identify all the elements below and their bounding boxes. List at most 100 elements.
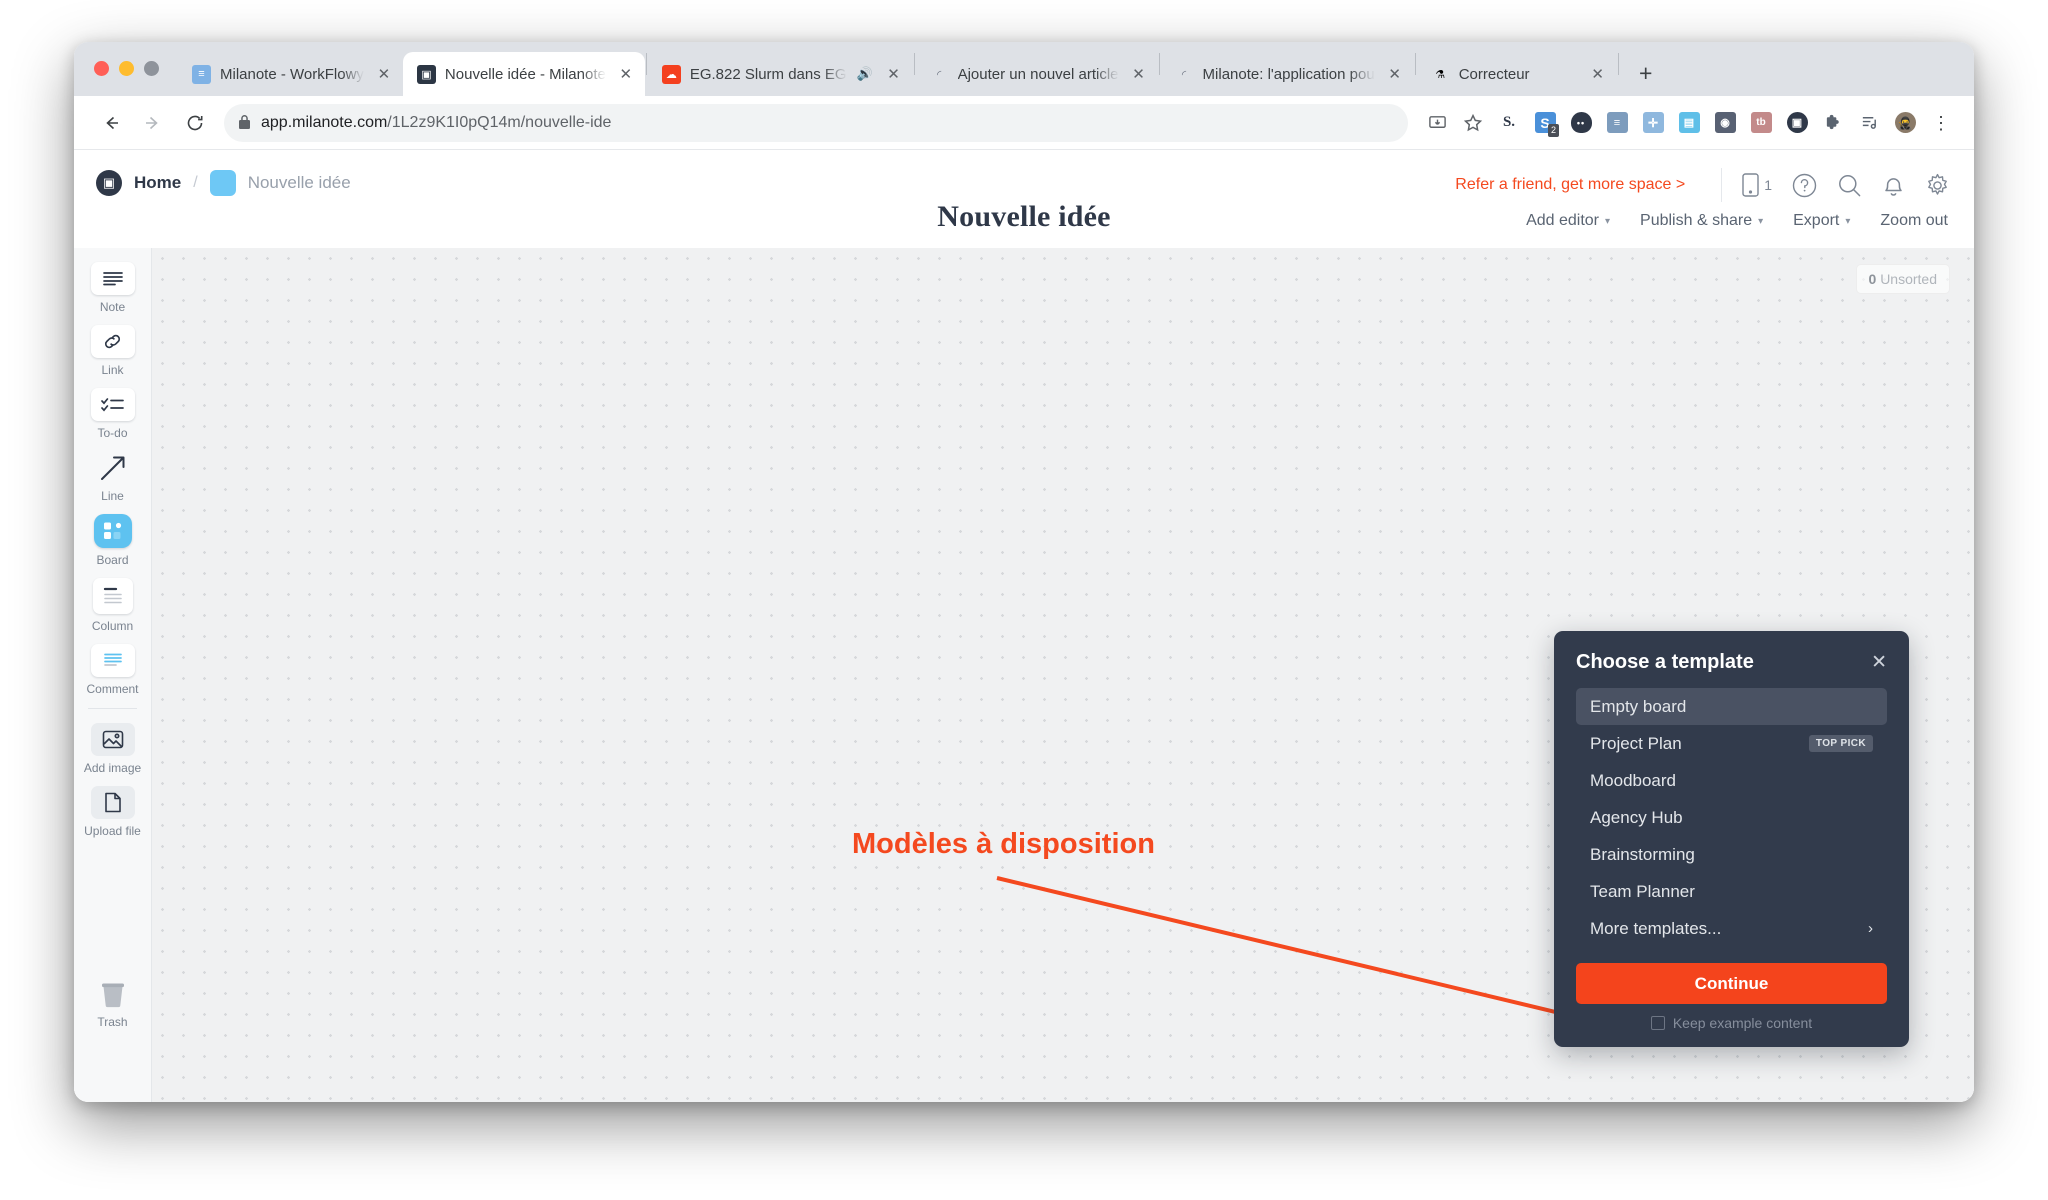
tab-divider (1414, 53, 1416, 75)
settings-icon[interactable] (1925, 173, 1950, 198)
board-icon (93, 514, 132, 548)
template-label: Moodboard (1590, 770, 1677, 790)
browser-tab-milanote-app[interactable]: ◜ Milanote: l'application pou ✕ (1161, 52, 1414, 96)
sidebar-tool-add-image[interactable]: Add image (74, 723, 151, 775)
file-icon (90, 786, 135, 819)
mute-tab-icon[interactable]: 🔊 (856, 66, 874, 82)
checkbox-icon[interactable] (1650, 1016, 1665, 1030)
sidebar-tool-column[interactable]: Column (74, 578, 151, 633)
annotation-text: Modèles à disposition (852, 828, 1155, 860)
bitly-extension-icon[interactable]: tb (1744, 106, 1778, 140)
pocket-extension-icon[interactable]: S2 (1528, 106, 1562, 140)
export-label: Export (1793, 212, 1840, 229)
lock-icon (238, 115, 251, 130)
sidebar-tool-comment[interactable]: Comment (74, 644, 151, 696)
sidebar-divider (88, 708, 137, 709)
omnibox-row: app.milanote.com/1L2z9K1I0pQ14m/nouvelle… (74, 96, 1974, 150)
template-option-more-templates[interactable]: More templates... › (1576, 910, 1887, 947)
forward-button[interactable] (134, 104, 172, 142)
browser-tab-workflowy[interactable]: ≡ Milanote - WorkFlowy ✕ (178, 52, 403, 96)
template-option-empty-board[interactable]: Empty board (1576, 688, 1887, 725)
install-app-icon[interactable] (1420, 106, 1454, 140)
browser-tab-ajouter-article[interactable]: ◜ Ajouter un nouvel article ✕ (916, 52, 1158, 96)
template-option-brainstorming[interactable]: Brainstorming (1576, 836, 1887, 873)
sidebar-tool-trash[interactable]: Trash (74, 977, 151, 1029)
close-tab-button[interactable]: ✕ (1587, 63, 1609, 85)
header-actions: Refer a friend, get more space > 1 (1455, 168, 1950, 202)
puzzle-extensions-icon[interactable] (1816, 106, 1850, 140)
trash-icon (91, 977, 135, 1010)
new-tab-button[interactable]: + (1628, 55, 1664, 91)
chrome-menu-icon[interactable]: ⋮ (1924, 106, 1958, 140)
export-button[interactable]: Export ▾ (1793, 212, 1850, 230)
browser-tab-soundcloud[interactable]: ☁ EG.822 Slurm dans EG 🔊 ✕ (648, 52, 913, 96)
zoom-out-button[interactable]: Zoom out (1880, 212, 1948, 230)
momentum-extension-icon[interactable]: •• (1564, 106, 1598, 140)
close-tab-button[interactable]: ✕ (883, 63, 905, 85)
milanote-extension-icon[interactable]: ▣ (1780, 106, 1814, 140)
top-pick-badge: TOP PICK (1808, 735, 1873, 752)
template-option-team-planner[interactable]: Team Planner (1576, 873, 1887, 910)
sidebar-tool-line[interactable]: Line (74, 451, 151, 503)
bookmark-star-icon[interactable] (1456, 106, 1490, 140)
breadcrumb: ▣ Home / Nouvelle idée (96, 170, 351, 196)
link-icon (90, 325, 135, 358)
sidebar-tool-todo[interactable]: To-do (74, 388, 151, 440)
minimize-window-button[interactable] (119, 61, 134, 76)
milanote-icon: ▣ (416, 64, 436, 84)
sidebar-tool-label: To-do (97, 426, 128, 440)
profile-avatar[interactable]: 🥷 (1888, 106, 1922, 140)
board-canvas[interactable]: 0 Unsorted Modèles à disposition Choose … (152, 248, 1974, 1102)
milanote-logo-icon[interactable]: ▣ (96, 170, 122, 196)
sidebar-tool-label: Add image (83, 761, 142, 775)
tab-title: Correcteur (1458, 65, 1530, 83)
note-icon (90, 262, 135, 295)
playlist-extension-icon[interactable] (1852, 106, 1886, 140)
help-icon[interactable] (1792, 173, 1817, 198)
scribd-extension-icon[interactable]: S. (1492, 106, 1526, 140)
template-label: More templates... (1590, 918, 1722, 938)
publish-share-button[interactable]: Publish & share ▾ (1640, 212, 1763, 230)
keep-example-content-checkbox[interactable]: Keep example content (1576, 1015, 1887, 1031)
breadcrumb-home-link[interactable]: Home (134, 173, 181, 193)
board-color-chip (209, 170, 236, 196)
template-option-agency-hub[interactable]: Agency Hub (1576, 799, 1887, 836)
continue-button[interactable]: Continue (1576, 963, 1887, 1004)
workflowy-extension-icon[interactable]: ≡ (1600, 106, 1634, 140)
browser-tab-correcteur[interactable]: ⚗ Correcteur ✕ (1417, 52, 1617, 96)
reload-button[interactable] (176, 104, 214, 142)
app-header: ▣ Home / Nouvelle idée Refer a friend, g… (74, 150, 1974, 248)
sidebar-tool-label: Note (99, 300, 126, 314)
address-bar[interactable]: app.milanote.com/1L2z9K1I0pQ14m/nouvelle… (224, 103, 1408, 142)
workspace: Note Link To-do Line Board Column Commen… (74, 248, 1974, 1102)
flask-icon: ⚗ (1435, 68, 1446, 81)
header-divider (1721, 168, 1723, 202)
template-option-project-plan[interactable]: Project Plan TOP PICK (1576, 725, 1887, 762)
close-icon[interactable]: ✕ (1871, 653, 1887, 672)
mobile-icon[interactable]: 1 (1742, 173, 1772, 197)
sidebar-tool-note[interactable]: Note (74, 262, 151, 314)
sidebar-tool-board[interactable]: Board (74, 514, 151, 567)
close-window-button[interactable] (94, 61, 109, 76)
raindrop-extension-icon[interactable]: ◉ (1708, 106, 1742, 140)
tab-divider (913, 53, 915, 75)
evernote-extension-icon[interactable]: ✛ (1636, 106, 1670, 140)
close-tab-button[interactable]: ✕ (1128, 63, 1150, 85)
close-tab-button[interactable]: ✕ (615, 63, 637, 85)
refer-a-friend-link[interactable]: Refer a friend, get more space > (1455, 176, 1685, 194)
browser-tab-milanote-active[interactable]: ▣ Nouvelle idée - Milanote ✕ (402, 52, 645, 96)
sidebar-tool-upload-file[interactable]: Upload file (74, 786, 151, 838)
unsorted-badge[interactable]: 0 Unsorted (1855, 264, 1950, 294)
close-tab-button[interactable]: ✕ (1384, 63, 1406, 85)
close-tab-button[interactable]: ✕ (373, 63, 395, 85)
template-option-moodboard[interactable]: Moodboard (1576, 762, 1887, 799)
maximize-window-button[interactable] (144, 61, 159, 76)
notifications-icon[interactable] (1882, 173, 1905, 198)
search-icon[interactable] (1837, 173, 1862, 198)
breadcrumb-board-label: Nouvelle idée (247, 173, 351, 192)
back-button[interactable] (92, 104, 130, 142)
tab-strip: ≡ Milanote - WorkFlowy ✕ ▣ Nouvelle idée… (74, 42, 1974, 96)
add-editor-button[interactable]: Add editor ▾ (1526, 212, 1610, 230)
sidebar-tool-link[interactable]: Link (74, 325, 151, 377)
toby-extension-icon[interactable]: ▤ (1672, 106, 1706, 140)
